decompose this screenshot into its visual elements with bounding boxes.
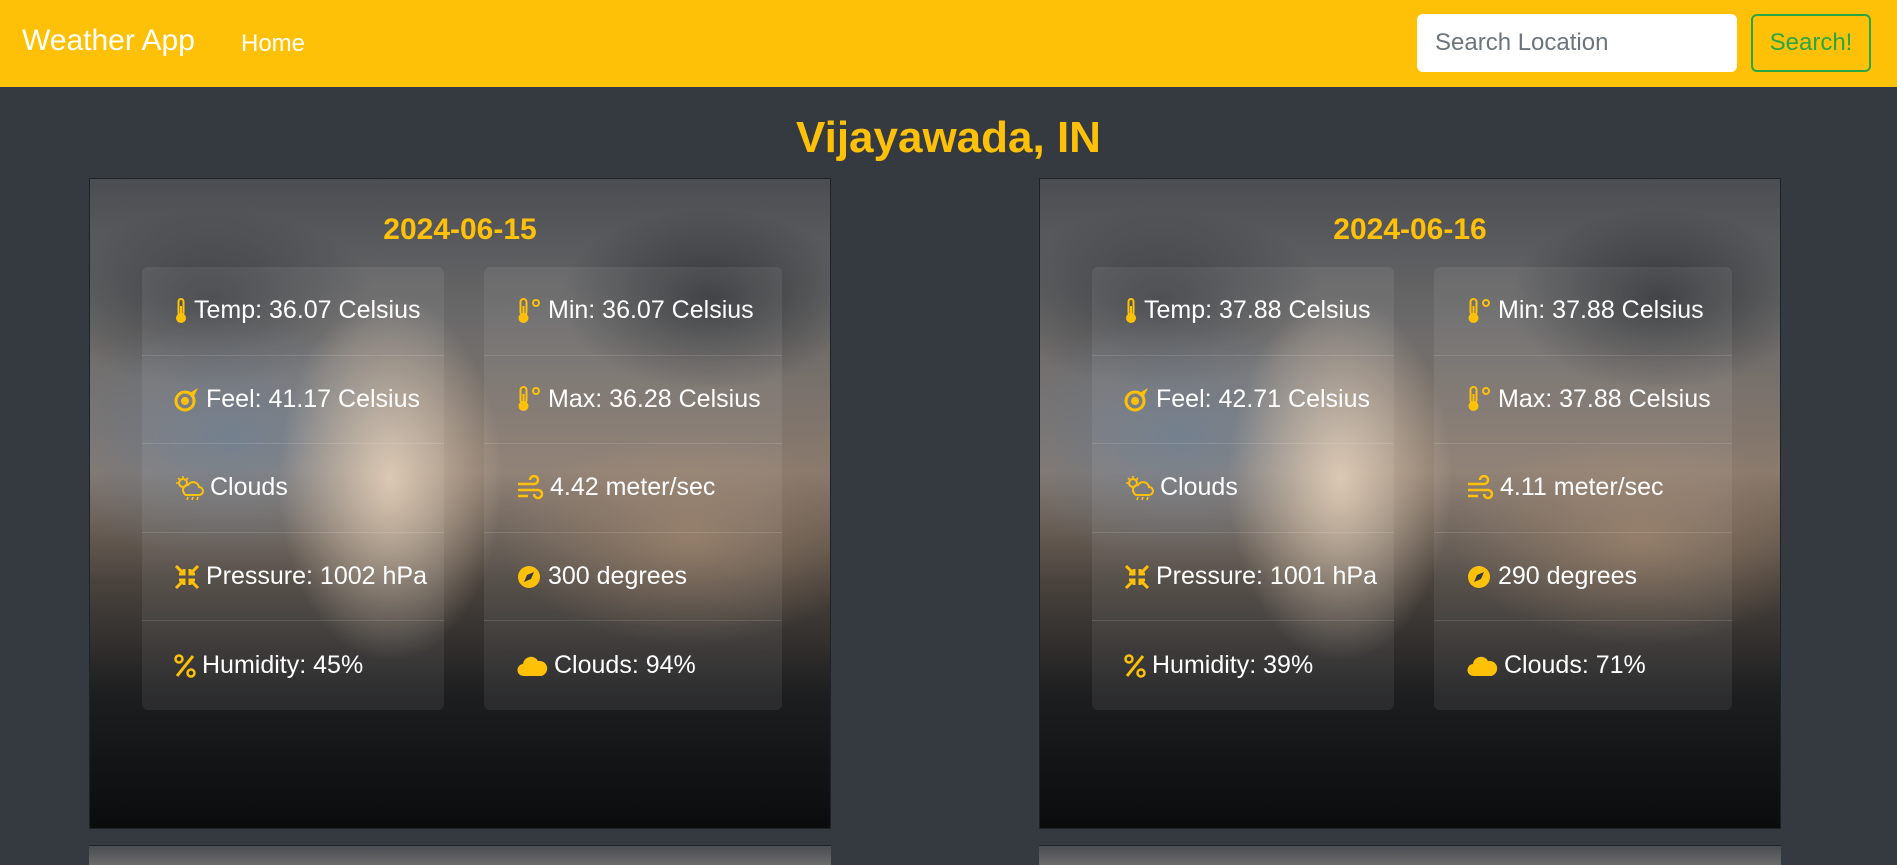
feel-value: Feel: 41.17 Celsius (206, 384, 421, 413)
forecast-card-partial (1039, 845, 1781, 865)
wind-direction-value: 290 degrees (1498, 562, 1638, 591)
forecast-date: 2024-06-16 (1333, 213, 1487, 246)
forecast-date: 2024-06-15 (383, 213, 537, 246)
feels-like-icon (1124, 384, 1150, 414)
clouds-row: Clouds: 94% (484, 621, 782, 710)
location-title: Vijayawada, IN (796, 113, 1101, 162)
thermometer-icon (1124, 296, 1138, 326)
wind-direction-row: 290 degrees (1434, 533, 1732, 622)
humidity-value: Humidity: 39% (1152, 651, 1314, 680)
temp-value: Temp: 36.07 Celsius (194, 296, 421, 325)
thermometer-degree-icon (1466, 384, 1492, 414)
clouds-value: Clouds: 94% (554, 651, 696, 680)
percent-icon (1124, 651, 1146, 681)
pressure-value: Pressure: 1001 hPa (1156, 562, 1377, 591)
temp-row: Temp: 36.07 Celsius (142, 267, 444, 356)
percent-icon (174, 651, 196, 681)
wind-direction-row: 300 degrees (484, 533, 782, 622)
min-row: Min: 37.88 Celsius (1434, 267, 1732, 356)
pressure-row: Pressure: 1002 hPa (142, 533, 444, 622)
clouds-row: Clouds: 71% (1434, 621, 1732, 710)
pressure-icon (1124, 562, 1150, 592)
feels-like-icon (174, 384, 200, 414)
max-row: Max: 36.28 Celsius (484, 356, 782, 445)
max-value: Max: 36.28 Celsius (548, 384, 761, 413)
feel-row: Feel: 41.17 Celsius (142, 356, 444, 445)
wind-direction-value: 300 degrees (548, 562, 688, 591)
search-input[interactable] (1417, 14, 1737, 72)
wind-icon (516, 473, 544, 503)
search-button[interactable]: Search! (1751, 14, 1871, 72)
forecast-card: 2024-06-16 Temp: 37.88 Celsius Feel: 42.… (1039, 178, 1781, 829)
condition-value: Clouds (210, 473, 288, 502)
compass-icon (516, 562, 542, 592)
forecast-card: 2024-06-15 Temp: 36.07 Celsius Feel: 41.… (89, 178, 831, 829)
humidity-row: Humidity: 39% (1092, 621, 1394, 710)
humidity-value: Humidity: 45% (202, 651, 364, 680)
condition-row: Clouds (142, 444, 444, 533)
temp-value: Temp: 37.88 Celsius (1144, 296, 1371, 325)
navbar: Weather App Home Search! (0, 0, 1897, 87)
condition-row: Clouds (1092, 444, 1394, 533)
wind-speed-row: 4.11 meter/sec (1434, 444, 1732, 533)
thermometer-degree-icon (1466, 296, 1492, 326)
compass-icon (1466, 562, 1492, 592)
cloud-sun-rain-icon (1124, 473, 1154, 503)
brand-link[interactable]: Weather App (22, 24, 195, 58)
thermometer-icon (174, 296, 188, 326)
min-value: Min: 37.88 Celsius (1498, 296, 1704, 325)
wind-speed-value: 4.11 meter/sec (1500, 473, 1664, 502)
pressure-row: Pressure: 1001 hPa (1092, 533, 1394, 622)
wind-speed-value: 4.42 meter/sec (550, 473, 716, 502)
min-value: Min: 36.07 Celsius (548, 296, 754, 325)
forecast-list-left: Temp: 37.88 Celsius Feel: 42.71 Celsius … (1092, 267, 1394, 710)
thermometer-degree-icon (516, 384, 542, 414)
forecast-list-left: Temp: 36.07 Celsius Feel: 41.17 Celsius … (142, 267, 444, 710)
temp-row: Temp: 37.88 Celsius (1092, 267, 1394, 356)
thermometer-degree-icon (516, 296, 542, 326)
cloud-sun-rain-icon (174, 473, 204, 503)
wind-icon (1466, 473, 1494, 503)
forecast-card-partial (89, 845, 831, 865)
cloud-icon (516, 651, 548, 681)
nav-home-link[interactable]: Home (241, 30, 305, 58)
forecast-list-right: Min: 36.07 Celsius Max: 36.28 Celsius 4.… (484, 267, 782, 710)
clouds-value: Clouds: 71% (1504, 651, 1646, 680)
max-value: Max: 37.88 Celsius (1498, 384, 1711, 413)
forecast-list-right: Min: 37.88 Celsius Max: 37.88 Celsius 4.… (1434, 267, 1732, 710)
feel-row: Feel: 42.71 Celsius (1092, 356, 1394, 445)
feel-value: Feel: 42.71 Celsius (1156, 384, 1371, 413)
wind-speed-row: 4.42 meter/sec (484, 444, 782, 533)
pressure-value: Pressure: 1002 hPa (206, 562, 427, 591)
max-row: Max: 37.88 Celsius (1434, 356, 1732, 445)
humidity-row: Humidity: 45% (142, 621, 444, 710)
cloud-icon (1466, 651, 1498, 681)
pressure-icon (174, 562, 200, 592)
min-row: Min: 36.07 Celsius (484, 267, 782, 356)
condition-value: Clouds (1160, 473, 1238, 502)
